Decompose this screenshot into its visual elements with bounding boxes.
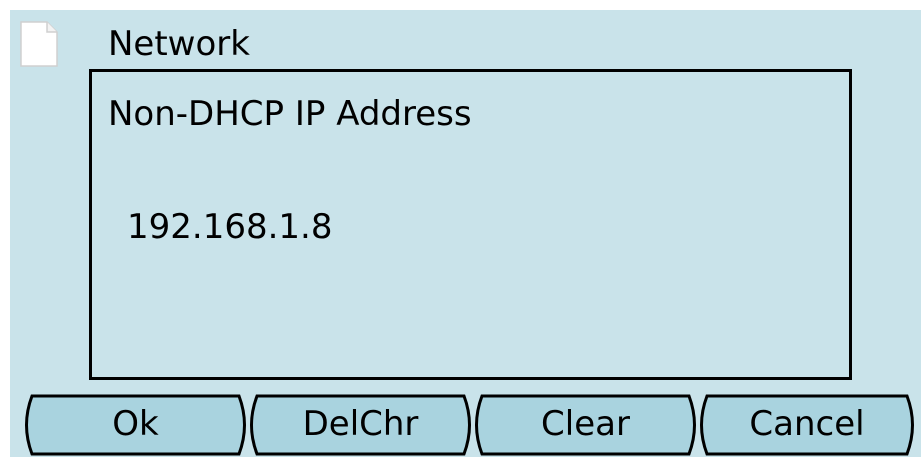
softkey-cancel-shape <box>700 394 914 456</box>
softkey-bar: Ok DelChr Clear Cancel <box>18 393 921 457</box>
phone-screen: Network Non-DHCP IP Address 192.168.1.8 … <box>0 0 921 457</box>
screen-title: Network <box>108 24 250 64</box>
ok-button[interactable]: Ok <box>18 393 253 457</box>
clear-button[interactable]: Clear <box>468 393 703 457</box>
softkey-delchr-shape <box>250 394 471 456</box>
softkey-clear-shape <box>475 394 696 456</box>
delchr-button[interactable]: DelChr <box>243 393 478 457</box>
document-icon <box>19 20 59 68</box>
softkey-ok-shape <box>25 394 246 456</box>
cancel-button[interactable]: Cancel <box>693 393 921 457</box>
ip-address-field[interactable]: Non-DHCP IP Address 192.168.1.8 <box>89 69 852 380</box>
field-label: Non-DHCP IP Address <box>108 94 472 134</box>
ip-address-input[interactable]: 192.168.1.8 <box>127 205 332 249</box>
